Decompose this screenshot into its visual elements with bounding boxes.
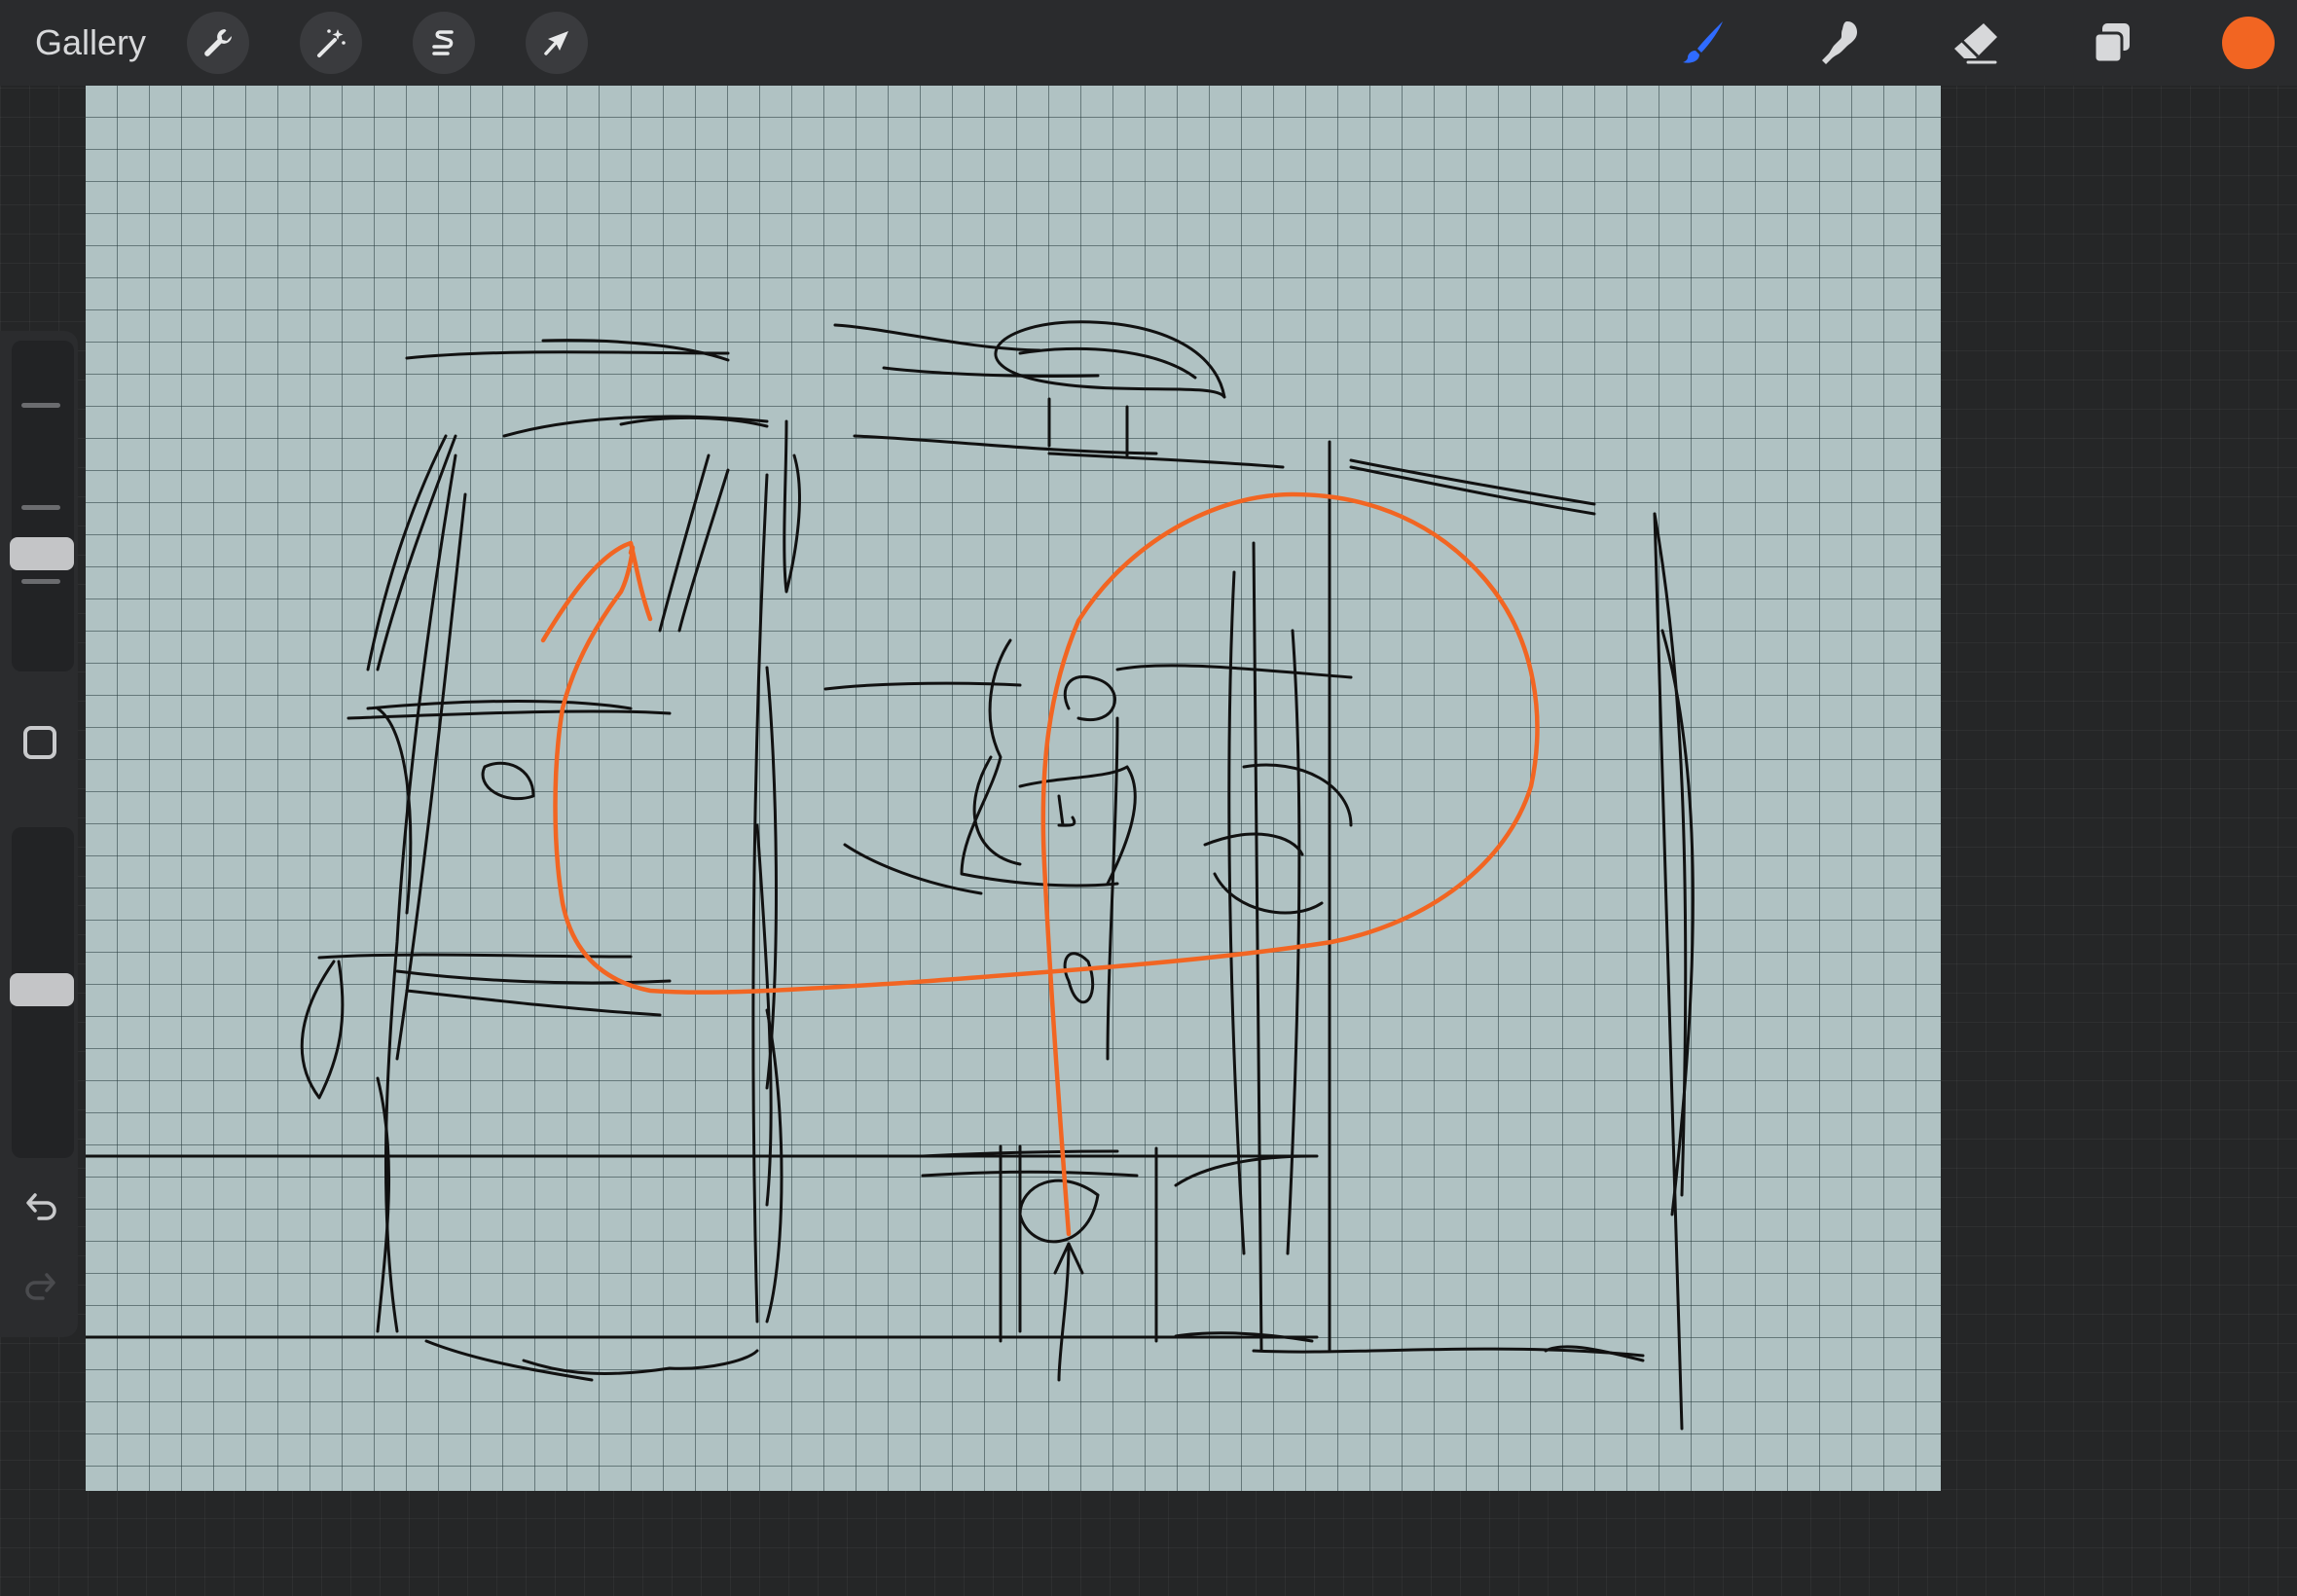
smudge-finger-icon bbox=[1822, 21, 1857, 64]
top-toolbar: Gallery bbox=[0, 0, 2297, 86]
layers-button[interactable] bbox=[2081, 12, 2143, 74]
transform-button[interactable] bbox=[526, 12, 588, 74]
size-tick bbox=[21, 505, 60, 510]
selection-button[interactable] bbox=[413, 12, 475, 74]
adjustments-button[interactable] bbox=[300, 12, 362, 74]
magic-wand-icon bbox=[317, 29, 346, 57]
brush-size-slider-thumb[interactable] bbox=[10, 537, 74, 570]
size-tick bbox=[21, 579, 60, 584]
arrow-cursor-icon bbox=[544, 31, 568, 55]
wrench-icon bbox=[204, 29, 232, 56]
redo-icon[interactable] bbox=[21, 1267, 60, 1302]
paint-button[interactable] bbox=[1672, 12, 1734, 74]
gallery-button[interactable]: Gallery bbox=[35, 19, 146, 66]
left-sidebar bbox=[0, 331, 78, 1337]
undo-icon[interactable] bbox=[21, 1187, 60, 1222]
brush-icon bbox=[1683, 21, 1723, 63]
sketch-artwork bbox=[86, 320, 1695, 1431]
modify-button[interactable] bbox=[23, 726, 56, 759]
eraser-icon bbox=[1954, 23, 1997, 64]
size-tick bbox=[21, 403, 60, 408]
actions-button[interactable] bbox=[187, 12, 249, 74]
color-swatch[interactable] bbox=[2222, 17, 2275, 69]
erase-button[interactable] bbox=[1945, 12, 2007, 74]
drawing-canvas[interactable] bbox=[86, 86, 1941, 1491]
selection-s-icon bbox=[432, 30, 454, 55]
opacity-slider-thumb[interactable] bbox=[10, 973, 74, 1006]
layers-icon bbox=[2093, 23, 2130, 64]
smudge-button[interactable] bbox=[1808, 12, 1871, 74]
